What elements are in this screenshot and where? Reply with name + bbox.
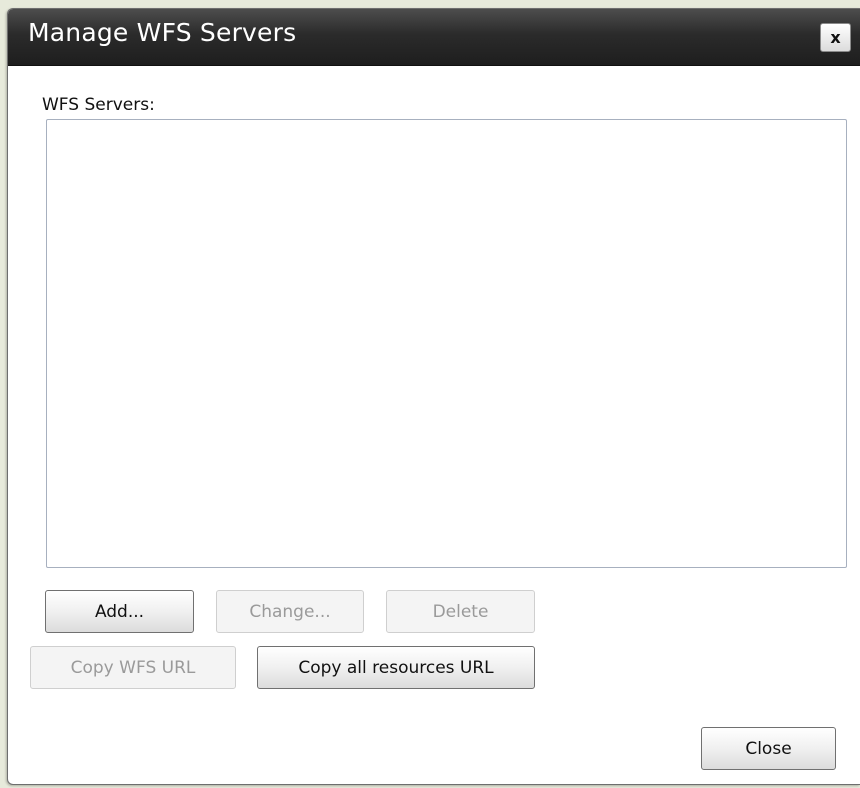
- wfs-servers-label: WFS Servers:: [42, 95, 155, 115]
- title-bar: Manage WFS Servers x: [8, 9, 860, 66]
- copy-all-resources-url-button[interactable]: Copy all resources URL: [257, 646, 535, 689]
- copy-wfs-url-button[interactable]: Copy WFS URL: [30, 646, 236, 689]
- close-icon[interactable]: x: [820, 23, 851, 52]
- add-button[interactable]: Add...: [45, 590, 194, 633]
- wfs-servers-list[interactable]: [46, 119, 847, 568]
- change-button[interactable]: Change...: [216, 590, 364, 633]
- close-button[interactable]: Close: [701, 727, 836, 770]
- manage-wfs-servers-dialog: Manage WFS Servers x WFS Servers: Add...…: [7, 8, 860, 785]
- delete-button[interactable]: Delete: [386, 590, 535, 633]
- dialog-title: Manage WFS Servers: [28, 18, 297, 47]
